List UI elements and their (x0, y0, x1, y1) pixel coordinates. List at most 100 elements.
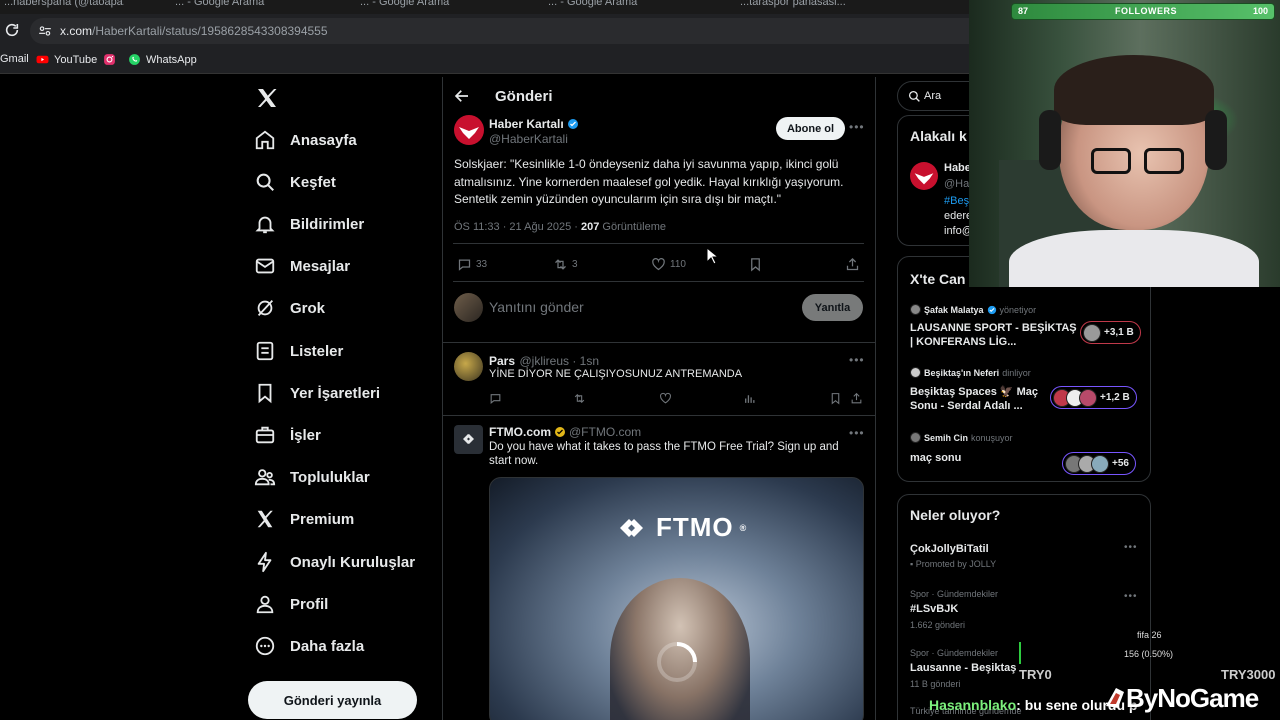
more-options-icon[interactable]: ••• (849, 426, 865, 440)
verified-badge-icon (567, 119, 578, 129)
space-title[interactable]: Beşiktaş Spaces 🦅 Maç Sonu - Serdal Adal… (910, 385, 1050, 413)
like-action[interactable]: 110 (651, 257, 686, 272)
bookmark-gmail[interactable]: Gmail (0, 53, 29, 65)
repost-action[interactable]: 3 (553, 257, 578, 272)
nav-label: Keşfet (290, 173, 336, 191)
ad-author-handle[interactable]: @FTMO.com (569, 425, 641, 439)
bookmark-action[interactable] (829, 392, 842, 405)
trend-count: 1.662 gönderi (910, 620, 966, 630)
reply-input[interactable]: Yanıtını gönder (489, 299, 584, 315)
related-name[interactable]: Habe (944, 162, 971, 174)
avatar[interactable] (454, 352, 483, 381)
nav-jobs[interactable]: İşler (254, 420, 321, 450)
more-options-icon[interactable]: ••• (849, 353, 865, 367)
space-listeners[interactable]: +1,2 B (1050, 386, 1137, 409)
browser-tab[interactable]: ...naberspana (@taoapa... (4, 0, 124, 14)
site-settings-icon[interactable] (38, 24, 52, 38)
reply-action[interactable] (489, 392, 502, 405)
trend-promoted: ▪ Promoted by JOLLY (910, 559, 997, 569)
nav-communities[interactable]: Topluluklar (254, 462, 370, 492)
trend-name[interactable]: Lausanne - Beşiktaş (910, 662, 1016, 674)
reply-button[interactable]: Yanıtla (802, 294, 863, 321)
reply-author-name[interactable]: Pars (489, 354, 515, 368)
repost-icon (574, 393, 585, 404)
related-bio-hashtag[interactable]: #Beş (944, 195, 969, 207)
browser-tab[interactable]: ... - Google Arama (360, 0, 500, 14)
nav-profile[interactable]: Profil (254, 589, 328, 619)
communities-icon (254, 469, 276, 486)
avatar[interactable] (910, 162, 938, 190)
nav-grok[interactable]: Grok (254, 293, 325, 323)
trend-name[interactable]: #LSvBJK (910, 603, 958, 615)
space-host[interactable]: Beşiktaş'ın Neferi dinliyor (910, 367, 1031, 378)
space-listeners[interactable]: +56 (1062, 452, 1136, 475)
views-action[interactable] (743, 392, 756, 405)
space-listeners[interactable]: +3,1 B (1080, 321, 1141, 344)
space-host[interactable]: Şafak Malatya yönetiyor (910, 304, 1036, 315)
nav-premium[interactable]: Premium (254, 504, 354, 534)
reply-icon (490, 394, 501, 404)
repost-action[interactable] (573, 392, 586, 405)
nav-label: Mesajlar (290, 257, 351, 275)
bookmark-instagram[interactable] (103, 53, 116, 66)
headphone-right (1205, 110, 1227, 170)
nav-bookmarks[interactable]: Yer İşaretleri (254, 378, 380, 408)
bookmark-whatsapp[interactable]: WhatsApp (128, 53, 197, 66)
nav-more[interactable]: Daha fazla (254, 631, 364, 661)
back-arrow-icon[interactable] (453, 87, 471, 105)
nav-home[interactable]: Anasayfa (254, 125, 357, 155)
browser-tab[interactable]: ...taraspor panasasi... (740, 0, 910, 14)
reply-action[interactable]: 33 (457, 257, 487, 272)
author-name[interactable]: Haber Kartalı (489, 117, 579, 131)
like-action[interactable] (659, 392, 672, 405)
nav-verified-orgs[interactable]: Onaylı Kuruluşlar (254, 547, 415, 577)
main-column: Gönderi Haber Kartalı @HaberKartali Abon… (442, 77, 876, 720)
nav-notifications[interactable]: Bildirimler (254, 209, 364, 239)
nav-label: Profil (290, 595, 329, 613)
share-action[interactable] (845, 257, 860, 272)
nav-explore[interactable]: Keşfet (254, 167, 336, 197)
space-host[interactable]: Semih Cin konuşuyor (910, 432, 1013, 443)
reply-author-handle[interactable]: @jklireus · 1sn (519, 354, 599, 368)
followers-label: FOLLOWERS (1115, 6, 1177, 16)
more-options-icon[interactable]: ••• (1124, 591, 1138, 602)
nav-label: Grok (290, 299, 326, 317)
youtube-icon (36, 55, 49, 64)
nav-label: Topluluklar (290, 468, 370, 486)
browser-tab[interactable]: ... - Google Arama (548, 0, 698, 14)
panel-title: Alakalı k (910, 128, 967, 144)
ad-author-name[interactable]: FTMO.com (489, 425, 551, 439)
space-title[interactable]: maç sonu (910, 451, 1050, 465)
avatar[interactable] (454, 293, 483, 322)
follow-button[interactable]: Abone ol (776, 117, 845, 140)
avatar[interactable] (454, 425, 483, 454)
author-handle[interactable]: @HaberKartali (489, 132, 568, 146)
ad-video[interactable]: FTMO ® (489, 477, 864, 720)
reply-icon (458, 259, 471, 271)
nav-lists[interactable]: Listeler (254, 336, 343, 366)
more-options-icon[interactable]: ••• (1124, 542, 1138, 553)
panel-title: Neler oluyor? (910, 507, 1001, 523)
bookmark-icon (831, 393, 840, 405)
post-button[interactable]: Gönderi yayınla (248, 681, 417, 719)
nav-messages[interactable]: Mesajlar (254, 251, 350, 281)
bookmark-youtube[interactable]: YouTube (36, 53, 97, 66)
trend-name[interactable]: ÇokJollyBiTatil (910, 543, 989, 555)
related-handle[interactable]: @Ha (944, 178, 969, 190)
reload-icon[interactable] (4, 22, 20, 38)
space-title[interactable]: LAUSANNE SPORT - BEŞİKTAŞ | KONFERANS Lİ… (910, 321, 1080, 349)
avatar[interactable] (454, 115, 484, 145)
bookmark-action[interactable] (748, 257, 763, 272)
more-options-icon[interactable]: ••• (849, 120, 865, 134)
browser-tab[interactable]: ... - Google Arama (175, 0, 315, 14)
x-logo-icon[interactable] (255, 86, 279, 110)
heart-icon (660, 392, 671, 404)
analytics-icon (745, 395, 755, 403)
url-text: x.com/HaberKartali/status/19586285433083… (60, 24, 328, 38)
glasses-left (1091, 148, 1131, 174)
divider (443, 415, 875, 416)
share-action[interactable] (850, 392, 863, 405)
tweet-meta: ÖS 11:33 · 21 Ağu 2025 · 207 Görüntüleme (454, 221, 667, 233)
ftmo-logo-icon (620, 518, 643, 537)
bell-icon (255, 216, 275, 234)
